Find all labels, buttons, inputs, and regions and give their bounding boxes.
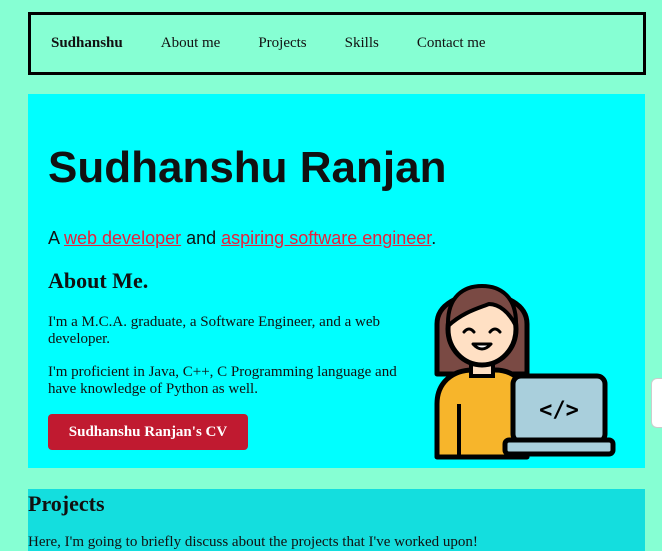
about-heading: About Me. [48,268,149,293]
tagline-suffix: . [431,228,437,248]
projects-heading: Projects [28,491,105,516]
projects-intro: Here, I'm going to briefly discuss about… [28,534,478,550]
nav-link-contact[interactable]: Contact me [417,35,486,52]
hero-title: Sudhanshu Ranjan [48,143,447,192]
hero-tagline: A web developer and aspiring software en… [48,228,436,249]
nav-link-about[interactable]: About me [161,35,221,52]
hero-section: Sudhanshu Ranjan A web developer and asp… [28,94,645,468]
projects-section: Projects Here, I'm going to briefly disc… [28,489,645,551]
side-panel-tab[interactable] [651,378,662,428]
navbar: Sudhanshu About me Projects Skills Conta… [28,12,646,75]
tagline-prefix: A [48,228,65,248]
nav-link-projects[interactable]: Projects [258,35,306,52]
about-paragraph-1: I'm a M.C.A. graduate, a Software Engine… [48,314,380,347]
nav-brand[interactable]: Sudhanshu [51,35,123,52]
nav-link-skills[interactable]: Skills [345,35,379,52]
cv-button[interactable]: Sudhanshu Ranjan's CV [48,414,248,450]
about-paragraph-2: I'm proficient in Java, C++, C Programmi… [48,364,397,397]
developer-avatar-icon: </> [434,284,616,460]
web-developer-link[interactable]: web developer [64,228,181,248]
software-engineer-link[interactable]: aspiring software engineer [221,228,431,248]
tagline-middle: and [181,228,222,248]
code-symbol: </> [539,398,579,423]
